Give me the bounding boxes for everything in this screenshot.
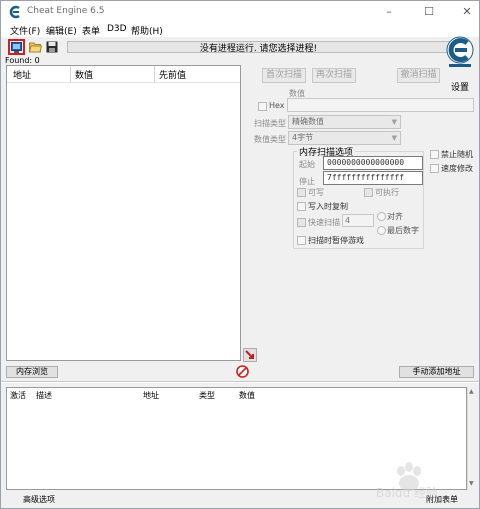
first-scan-button[interactable]: 首次扫描: [262, 68, 306, 83]
chevron-down-icon: ▼: [391, 134, 397, 142]
settings-label[interactable]: 设置: [451, 80, 469, 93]
writable-label: 可写: [308, 188, 324, 197]
copy-on-write-checkbox[interactable]: [297, 202, 306, 211]
cheat-engine-app-icon: [9, 5, 20, 19]
unrandomizer-checkbox[interactable]: [430, 150, 439, 159]
results-header: 地址 数值 先前值: [7, 66, 240, 83]
minimize-button[interactable]: –: [377, 3, 401, 21]
splitter[interactable]: [1, 381, 479, 383]
menu-bar: 文件(F) 编辑(E) 表单 D3D 帮助(H): [1, 23, 479, 37]
column-separator: [154, 66, 155, 83]
speedhack-checkbox[interactable]: [430, 164, 439, 173]
window-title: Cheat Engine 6.5: [27, 6, 105, 16]
scan-type-value: 精确数值: [292, 117, 324, 126]
close-button[interactable]: ✕: [455, 3, 479, 21]
menu-edit[interactable]: 编辑(E): [46, 24, 77, 37]
executable-checkbox[interactable]: [364, 188, 373, 197]
stop-address-label: 停止: [299, 177, 315, 186]
floppy-disk-icon: [46, 41, 58, 53]
process-status-text: 没有进程运行. 请您选择进程!: [199, 44, 318, 54]
computer-icon: [11, 42, 22, 53]
value-type-value: 4字节: [292, 133, 314, 142]
start-address-input[interactable]: 0000000000000000: [323, 156, 423, 170]
value-input[interactable]: [287, 98, 474, 112]
last-digits-label: 最后数字: [387, 226, 419, 235]
save-button[interactable]: [45, 40, 60, 54]
column-header-value[interactable]: 数值: [75, 68, 93, 81]
scan-type-select[interactable]: 精确数值 ▼: [288, 115, 401, 129]
menu-table[interactable]: 表单: [82, 24, 100, 37]
last-digits-radio[interactable]: [377, 226, 386, 235]
fast-scan-checkbox[interactable]: [297, 218, 306, 227]
value-type-label: 数值类型: [254, 135, 286, 144]
fast-scan-label: 快速扫描: [308, 218, 340, 227]
stop-address-input[interactable]: 7fffffffffffffff: [323, 171, 423, 185]
menu-help[interactable]: 帮助(H): [131, 24, 163, 37]
menu-file[interactable]: 文件(F): [10, 24, 40, 37]
align-label: 对齐: [387, 212, 403, 221]
cheat-engine-window: Cheat Engine 6.5 – ☐ ✕ 文件(F) 编辑(E) 表单 D3…: [0, 0, 480, 509]
pause-game-label: 扫描时暂停游戏: [308, 236, 364, 245]
copy-on-write-label: 写入时复制: [308, 202, 348, 211]
add-address-manually-button[interactable]: 手动添加地址: [399, 366, 474, 378]
align-radio[interactable]: [377, 212, 386, 221]
select-process-button[interactable]: [8, 39, 25, 55]
found-count: Found: 0: [5, 56, 40, 65]
maximize-button[interactable]: ☐: [417, 3, 441, 21]
scroll-up-icon[interactable]: ▲: [469, 388, 474, 395]
hex-checkbox[interactable]: [258, 102, 267, 111]
process-status-bar: 没有进程运行. 请您选择进程!: [67, 41, 450, 54]
column-header-previous[interactable]: 先前值: [159, 68, 186, 81]
column-header-address[interactable]: 地址: [13, 68, 31, 81]
address-list-header: 激活 描述 地址 类型 数值: [7, 388, 466, 402]
add-to-list-button[interactable]: [243, 348, 257, 362]
pause-game-checkbox[interactable]: [297, 236, 306, 245]
scan-type-label: 扫描类型: [254, 119, 286, 128]
unrandomizer-label: 禁止随机: [441, 150, 473, 159]
speedhack-label: 速度修改: [441, 164, 473, 173]
column-header-value[interactable]: 数值: [239, 390, 255, 401]
advanced-options-label[interactable]: 高级选项: [23, 494, 55, 505]
menu-d3d[interactable]: D3D: [107, 24, 127, 34]
writable-checkbox[interactable]: [297, 188, 306, 197]
start-address-label: 起始: [299, 160, 315, 169]
scan-results-list[interactable]: 地址 数值 先前值: [6, 65, 241, 361]
next-scan-button[interactable]: 再次扫描: [312, 68, 356, 83]
chevron-down-icon: ▼: [391, 118, 397, 126]
watermark-text: Baidu 经验: [376, 485, 438, 500]
column-header-address[interactable]: 地址: [143, 390, 159, 401]
cheat-engine-logo-icon[interactable]: [446, 36, 474, 68]
column-header-type[interactable]: 类型: [199, 390, 215, 401]
undo-scan-button[interactable]: 撤消扫描: [397, 68, 440, 83]
title-bar: Cheat Engine 6.5 – ☐ ✕: [1, 1, 479, 23]
hex-label: Hex: [269, 101, 285, 110]
column-header-active[interactable]: 激活: [10, 390, 26, 401]
column-header-description[interactable]: 描述: [36, 390, 52, 401]
open-file-button[interactable]: [28, 40, 43, 54]
fast-scan-alignment-input[interactable]: 4: [342, 214, 374, 227]
stop-icon[interactable]: [236, 365, 249, 378]
arrow-down-right-icon: [245, 350, 254, 359]
value-type-select[interactable]: 4字节 ▼: [288, 131, 401, 145]
folder-open-icon: [28, 42, 43, 53]
executable-label: 可执行: [375, 188, 399, 197]
column-separator: [70, 66, 71, 83]
memory-view-button[interactable]: 内存浏览: [6, 366, 58, 378]
baidu-watermark-logo: Baidu 经验: [376, 462, 438, 500]
